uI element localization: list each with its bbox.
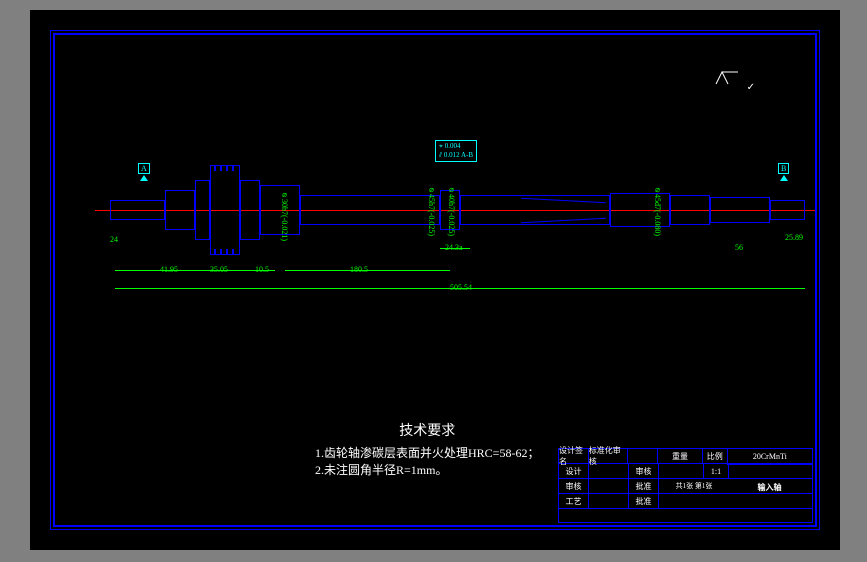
tb-r2c2 <box>589 464 629 478</box>
tb-r4c4 <box>659 494 729 508</box>
tb-r3c2 <box>589 479 629 493</box>
tb-r2c5: 1:1 <box>704 464 729 478</box>
dimline-2 <box>285 270 450 271</box>
tb-r3c1: 审核 <box>559 479 589 493</box>
tb-r4c3: 批准 <box>629 494 659 508</box>
tb-material: 20CrMnTi <box>728 449 812 463</box>
drawing-frame-inner: A B ⌖ 0.004 ⫽ 0.012 A-B ⌀30h7(-0.021) ⌀4… <box>53 33 817 527</box>
tb-r1c4: 重量 <box>658 449 703 463</box>
shaft-seg-4 <box>240 180 260 240</box>
tb-r3c4: 共1张 第1张 <box>659 479 729 493</box>
shaft-seg-9 <box>670 195 710 225</box>
cad-canvas: A B ⌖ 0.004 ⫽ 0.012 A-B ⌀30h7(-0.021) ⌀4… <box>30 10 840 550</box>
shaft-seg-11 <box>770 200 805 220</box>
dim-45d7: ⌀45d7(-0.080) <box>653 185 662 236</box>
surface-finish-text: ✓ <box>747 82 755 93</box>
tb-r1c3 <box>628 449 658 463</box>
dimline-1 <box>115 270 275 271</box>
tb-r1c5: 比例 <box>703 449 728 463</box>
tolerance-frame: ⌖ 0.004 ⫽ 0.012 A-B <box>435 140 477 162</box>
tech-line-1: 1.齿轮轴渗碳层表面并火处理HRC=58-62； <box>315 444 539 461</box>
tech-line-2: 2.未注圆角半径R=1mm。 <box>315 461 539 478</box>
shaft-seg-2 <box>165 190 195 230</box>
dim-25-89: 25.89 <box>785 233 803 242</box>
gear-teeth <box>210 165 240 255</box>
tb-r4c1: 工艺 <box>559 494 589 508</box>
spline-section <box>460 195 610 225</box>
dimline-overall <box>115 288 805 289</box>
datum-b-label: B <box>778 163 789 174</box>
title-block: 设计签名 标准化审核 重量 比例 20CrMnTi 设计 审核 1:1 输入轴 … <box>558 448 813 523</box>
tb-r2c3: 审核 <box>629 464 659 478</box>
datum-triangle-a <box>140 175 148 181</box>
drawing-frame-outer: A B ⌖ 0.004 ⫽ 0.012 A-B ⌀30h7(-0.021) ⌀4… <box>50 30 820 530</box>
dim-30h7: ⌀30h7(-0.021) <box>280 190 289 241</box>
tb-r2c1: 设计 <box>559 464 589 478</box>
shaft-seg-10 <box>710 197 770 223</box>
tb-r1c1: 设计签名 <box>559 449 589 463</box>
dim-24-left: 24 <box>110 235 118 244</box>
dim-40h7: ⌀40h7(-0.025) <box>447 185 456 236</box>
tb-r2c4 <box>659 464 704 478</box>
dimline-3 <box>440 248 470 249</box>
surface-finish-symbol: ✓ <box>714 70 755 93</box>
dim-45h7: ⌀45h7(-0.025) <box>427 185 436 236</box>
tb-footer <box>559 509 729 524</box>
tech-requirements: 技术要求 1.齿轮轴渗碳层表面并火处理HRC=58-62； 2.未注圆角半径R=… <box>315 420 539 478</box>
shaft-seg-3 <box>195 180 210 240</box>
tech-title: 技术要求 <box>315 420 539 440</box>
shaft-seg-6 <box>300 195 440 225</box>
datum-a-label: A <box>138 163 150 174</box>
tb-r3c3: 批准 <box>629 479 659 493</box>
shaft-seg-1 <box>110 200 165 220</box>
tb-r1c2: 标准化审核 <box>589 449 629 463</box>
tb-r4c2 <box>589 494 629 508</box>
tol-line-2: ⫽ 0.012 A-B <box>439 151 473 160</box>
datum-triangle-b <box>780 175 788 181</box>
dim-56: 56 <box>735 243 743 252</box>
tol-line-1: ⌖ 0.004 <box>439 142 473 151</box>
tb-partname: 输入轴 <box>727 464 812 509</box>
